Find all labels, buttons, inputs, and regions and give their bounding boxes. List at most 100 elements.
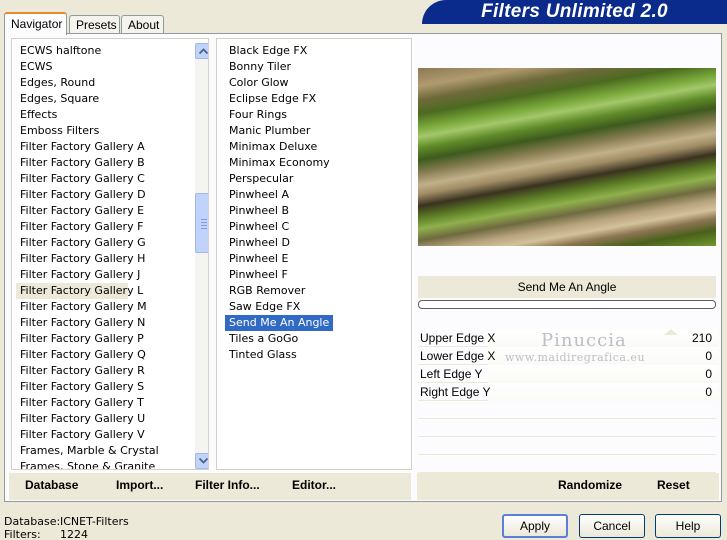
filter-item[interactable]: Color Glow — [225, 75, 289, 91]
category-item[interactable]: Filter Factory Gallery E — [16, 203, 159, 219]
category-item[interactable]: Filter Factory Gallery Q — [16, 347, 159, 363]
category-item[interactable]: Filter Factory Gallery T — [16, 395, 159, 411]
param-value: 210 — [691, 331, 712, 345]
filter-row: Pinwheel A — [225, 187, 333, 203]
category-item[interactable]: Filter Factory Gallery A — [16, 139, 159, 155]
chevron-down-icon — [199, 458, 208, 464]
filter-item[interactable]: Bonny Tiler — [225, 59, 291, 75]
filter-item[interactable]: Perspecular — [225, 171, 293, 187]
filter-row: Color Glow — [225, 75, 333, 91]
category-item-selected[interactable]: Filter Factory Gallery L — [16, 283, 143, 299]
database-value: ICNET-Filters — [60, 515, 129, 528]
category-item[interactable]: ECWS — [16, 59, 159, 75]
filter-row: Four Rings — [225, 107, 333, 123]
category-item[interactable]: Filter Factory Gallery U — [16, 411, 159, 427]
filter-row: Manic Plumber — [225, 123, 333, 139]
filter-item[interactable]: Pinwheel D — [225, 235, 290, 251]
filter-item[interactable]: Minimax Economy — [225, 155, 330, 171]
filter-item[interactable]: Pinwheel F — [225, 267, 288, 283]
filter-row: RGB Remover — [225, 283, 333, 299]
param-value: 0 — [705, 349, 712, 363]
param-slider-track[interactable] — [488, 365, 718, 383]
param-row[interactable]: Upper Edge X 210 — [418, 329, 718, 347]
category-item[interactable]: Edges, Round — [16, 75, 159, 91]
category-item[interactable]: Filter Factory Gallery V — [16, 427, 159, 443]
database-button[interactable]: Database — [25, 478, 78, 492]
filter-info-button[interactable]: Filter Info... — [195, 478, 260, 492]
filter-row: Perspecular — [225, 171, 333, 187]
filter-row: Send Me An Angle — [225, 315, 334, 331]
filter-rows: Black Edge FX Bonny Tiler Color Glow Eclips… — [225, 43, 334, 363]
slider-marker-icon — [664, 329, 678, 335]
filter-item[interactable]: Tinted Glass — [225, 347, 297, 363]
param-slider-track[interactable] — [488, 329, 718, 347]
tab-presets[interactable]: Presets — [69, 15, 120, 34]
param-row-empty — [418, 401, 716, 419]
category-item[interactable]: Frames, Marble & Crystal — [16, 443, 159, 459]
category-item[interactable]: Emboss Filters — [16, 123, 159, 139]
filter-item[interactable]: Pinwheel E — [225, 251, 288, 267]
category-item[interactable]: Filter Factory Gallery D — [16, 187, 159, 203]
category-item[interactable]: Filter Factory Gallery S — [16, 379, 159, 395]
filter-row: Minimax Deluxe — [225, 139, 333, 155]
category-item[interactable]: Filter Factory Gallery H — [16, 251, 159, 267]
param-row-empty — [418, 437, 716, 455]
category-item[interactable]: Frames, Stone & Granite — [16, 459, 159, 469]
filter-item[interactable]: Pinwheel A — [225, 187, 289, 203]
scroll-thumb[interactable] — [195, 193, 208, 253]
scroll-up-button[interactable] — [195, 43, 208, 59]
randomize-button[interactable]: Randomize — [558, 478, 622, 492]
param-name: Right Edge Y — [420, 385, 491, 399]
filter-item[interactable]: Pinwheel B — [225, 203, 289, 219]
param-row[interactable]: Lower Edge X 0 — [418, 347, 718, 365]
filter-item[interactable]: Tiles a GoGo — [225, 331, 298, 347]
category-item[interactable]: ECWS halftone — [16, 43, 159, 59]
param-slider-track[interactable] — [488, 347, 718, 365]
help-button[interactable]: Help — [655, 514, 721, 538]
scroll-down-button[interactable] — [195, 453, 208, 469]
param-row[interactable]: Right Edge Y 0 — [418, 383, 718, 401]
category-item[interactable]: Filter Factory Gallery P — [16, 331, 159, 347]
title-banner: Filters Unlimited 2.0 — [422, 0, 727, 24]
preview-panel: Send Me An Angle Upper Edge X 210 Lower Ed… — [417, 38, 719, 500]
category-item[interactable]: Filter Factory Gallery C — [16, 171, 159, 187]
import-button[interactable]: Import... — [116, 478, 163, 492]
filter-item[interactable]: Four Rings — [225, 107, 287, 123]
category-item[interactable]: Filter Factory Gallery N — [16, 315, 159, 331]
category-item[interactable]: Filter Factory Gallery F — [16, 219, 159, 235]
category-item[interactable]: Filter Factory Gallery J — [16, 267, 159, 283]
category-item[interactable]: Effects — [16, 107, 159, 123]
filter-row: Pinwheel D — [225, 235, 333, 251]
param-slider-track[interactable] — [488, 383, 718, 401]
filter-row: Pinwheel E — [225, 251, 333, 267]
param-row-empty — [418, 419, 716, 437]
editor-button[interactable]: Editor... — [292, 478, 336, 492]
category-list[interactable]: ECWS halftone ECWS Edges, Round Edges, Squa… — [11, 38, 209, 470]
reset-button[interactable]: Reset — [657, 478, 690, 492]
filter-item-selected[interactable]: Send Me An Angle — [225, 315, 334, 331]
category-item[interactable]: Filter Factory Gallery R — [16, 363, 159, 379]
category-item[interactable]: Edges, Square — [16, 91, 159, 107]
tab-about[interactable]: About — [121, 15, 164, 34]
category-scrollbar[interactable] — [195, 43, 208, 469]
category-item[interactable]: Filter Factory Gallery G — [16, 235, 159, 251]
filter-item[interactable]: Manic Plumber — [225, 123, 310, 139]
param-row[interactable]: Left Edge Y 0 — [418, 365, 718, 383]
filters-label: Filters: — [4, 528, 41, 540]
filter-list[interactable]: Black Edge FX Bonny Tiler Color Glow Eclips… — [216, 38, 412, 470]
param-value: 0 — [705, 385, 712, 399]
banner-title: Filters Unlimited 2.0 — [481, 1, 668, 22]
apply-button[interactable]: Apply — [502, 514, 568, 538]
filter-item[interactable]: RGB Remover — [225, 283, 305, 299]
category-item[interactable]: Filter Factory Gallery M — [16, 299, 159, 315]
filter-item[interactable]: Black Edge FX — [225, 43, 307, 59]
filter-item[interactable]: Minimax Deluxe — [225, 139, 317, 155]
cancel-button[interactable]: Cancel — [579, 514, 645, 538]
filter-row: Tinted Glass — [225, 347, 333, 363]
filter-item[interactable]: Pinwheel C — [225, 219, 289, 235]
filter-item[interactable]: Saw Edge FX — [225, 299, 300, 315]
filter-item[interactable]: Eclipse Edge FX — [225, 91, 316, 107]
category-item[interactable]: Filter Factory Gallery B — [16, 155, 159, 171]
tab-navigator[interactable]: Navigator — [4, 12, 67, 35]
preview-filter-name: Send Me An Angle — [418, 276, 716, 298]
